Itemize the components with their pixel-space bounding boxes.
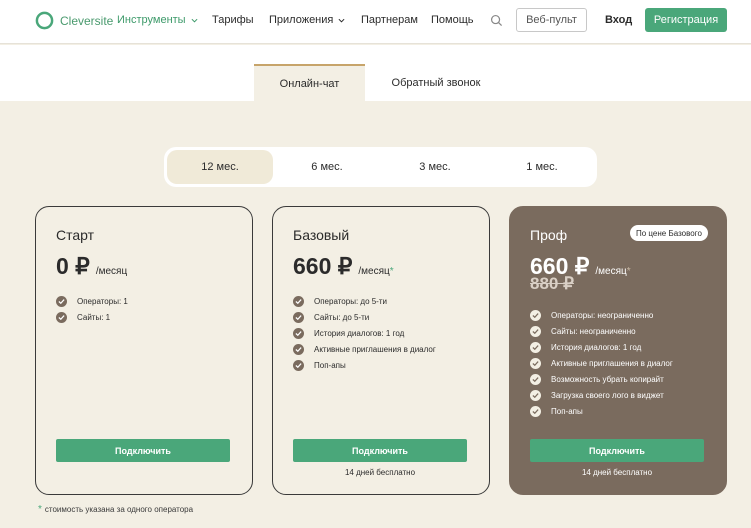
- tab-online-chat[interactable]: Онлайн-чат: [254, 64, 365, 101]
- logo-icon: [35, 11, 54, 30]
- logo-text: Cleversite: [60, 13, 114, 28]
- connect-button[interactable]: Подключить: [530, 439, 704, 462]
- footnote-text: стоимость указана за одного оператора: [44, 505, 194, 514]
- feature-list: Операторы: до 5-ти Сайты: до 5-ти Истори…: [293, 293, 436, 373]
- price-footnote: * стоимость указана за одного оператора: [38, 504, 193, 515]
- check-icon: [530, 325, 541, 337]
- plan-card-start: Старт 0 ₽ /месяц Операторы: 1 Сайты: 1 П…: [35, 206, 253, 495]
- feature-item: Поп-апы: [530, 403, 673, 419]
- check-icon: [56, 295, 67, 307]
- nav-item-label: Партнерам: [361, 14, 418, 26]
- feature-item: Поп-апы: [293, 357, 436, 373]
- nav-item-label: Инструменты: [117, 14, 186, 26]
- logo[interactable]: Cleversite: [35, 11, 113, 30]
- feature-item: Операторы: неограниченно: [530, 307, 673, 323]
- trial-note: 14 дней бесплатно: [344, 468, 416, 477]
- nav-item-label: Приложения: [269, 14, 334, 26]
- promo-badge: По цене Базового: [630, 225, 708, 241]
- check-icon: [530, 341, 541, 353]
- feature-label: Активные приглашения в диалог: [314, 344, 436, 354]
- plan-card-base: Базовый 660 ₽ /месяц * Операторы: до 5-т…: [272, 206, 490, 495]
- feature-item: Сайты: до 5-ти: [293, 309, 436, 325]
- period-switcher: 12 мес. 6 мес. 3 мес. 1 мес.: [164, 147, 597, 187]
- feature-list: Операторы: неограниченно Сайты: неограни…: [530, 307, 673, 419]
- feature-label: Возможность убрать копирайт: [551, 374, 664, 384]
- nav-item-apps[interactable]: Приложения: [269, 14, 345, 26]
- feature-label: Поп-апы: [314, 360, 346, 370]
- plan-name: Проф: [530, 227, 568, 243]
- plan-name: Базовый: [293, 227, 350, 243]
- nav-item-help[interactable]: Помощь: [431, 14, 474, 26]
- price-unit: /месяц: [595, 266, 627, 277]
- feature-item: История диалогов: 1 год: [530, 339, 673, 355]
- feature-label: Операторы: неограниченно: [551, 310, 654, 320]
- check-icon: [530, 357, 541, 369]
- price-asterisk: *: [626, 266, 631, 277]
- feature-item: Активные приглашения в диалог: [293, 341, 436, 357]
- check-icon: [293, 311, 304, 323]
- price-value: 0 ₽: [56, 253, 90, 279]
- feature-item: Загрузка своего лого в виджет: [530, 387, 673, 403]
- feature-label: Активные приглашения в диалог: [551, 358, 673, 368]
- nav-item-partners[interactable]: Партнерам: [361, 14, 418, 26]
- price-unit: /месяц: [358, 266, 390, 277]
- feature-label: Сайты: неограниченно: [551, 326, 636, 336]
- period-3-months[interactable]: 3 мес.: [381, 150, 489, 184]
- feature-item: Активные приглашения в диалог: [530, 355, 673, 371]
- feature-label: Сайты: до 5-ти: [314, 312, 370, 322]
- feature-item: Операторы: до 5-ти: [293, 293, 436, 309]
- feature-label: Сайты: 1: [77, 312, 111, 322]
- nav-item-tools[interactable]: Инструменты: [117, 14, 198, 26]
- connect-button[interactable]: Подключить: [56, 439, 230, 462]
- check-icon: [293, 343, 304, 355]
- nav-item-tariffs[interactable]: Тарифы: [212, 14, 254, 26]
- web-panel-button[interactable]: Веб-пульт: [516, 8, 587, 32]
- register-button[interactable]: Регистрация: [645, 8, 727, 32]
- product-tabs-band: [0, 45, 751, 101]
- feature-item: Сайты: 1: [56, 309, 128, 325]
- chevron-down-icon: [338, 18, 345, 23]
- check-icon: [530, 373, 541, 385]
- chevron-down-icon: [191, 18, 198, 23]
- trial-note: 14 дней бесплатно: [581, 468, 653, 477]
- price-value: 660 ₽: [293, 253, 353, 279]
- feature-item: Операторы: 1: [56, 293, 128, 309]
- feature-label: Операторы: до 5-ти: [314, 296, 387, 306]
- check-icon: [56, 311, 67, 323]
- plan-name: Старт: [56, 227, 95, 243]
- check-icon: [530, 389, 541, 401]
- feature-label: История диалогов: 1 год: [314, 328, 405, 338]
- nav-item-label: Помощь: [431, 14, 474, 26]
- feature-label: История диалогов: 1 год: [551, 342, 642, 352]
- period-1-month[interactable]: 1 мес.: [489, 150, 595, 184]
- feature-item: Сайты: неограниченно: [530, 323, 673, 339]
- feature-label: Загрузка своего лого в виджет: [551, 390, 664, 400]
- period-12-months[interactable]: 12 мес.: [167, 150, 273, 184]
- plan-price: 660 ₽ /месяц *: [293, 253, 394, 280]
- connect-button[interactable]: Подключить: [293, 439, 467, 462]
- check-icon: [530, 309, 541, 321]
- plan-price: 0 ₽ /месяц: [56, 253, 127, 280]
- price-unit: /месяц: [95, 266, 128, 277]
- check-icon: [293, 327, 304, 339]
- check-icon: [530, 405, 541, 417]
- feature-list: Операторы: 1 Сайты: 1: [56, 293, 128, 325]
- feature-item: История диалогов: 1 год: [293, 325, 436, 341]
- nav-item-label: Тарифы: [212, 14, 254, 26]
- check-icon: [293, 359, 304, 371]
- top-header: Cleversite Инструменты Тарифы Приложения…: [0, 0, 751, 44]
- period-6-months[interactable]: 6 мес.: [273, 150, 381, 184]
- footnote-asterisk: *: [38, 504, 42, 515]
- tab-callback[interactable]: Обратный звонок: [380, 64, 492, 101]
- search-icon[interactable]: [490, 14, 503, 27]
- feature-label: Поп-апы: [551, 406, 583, 416]
- check-icon: [293, 295, 304, 307]
- plan-card-prof: Проф По цене Базового 660 ₽ /месяц * 880…: [509, 206, 727, 495]
- login-link[interactable]: Вход: [605, 14, 632, 26]
- old-price: 880 ₽: [530, 274, 574, 293]
- feature-item: Возможность убрать копирайт: [530, 371, 673, 387]
- feature-label: Операторы: 1: [77, 296, 128, 306]
- price-asterisk: *: [389, 266, 394, 277]
